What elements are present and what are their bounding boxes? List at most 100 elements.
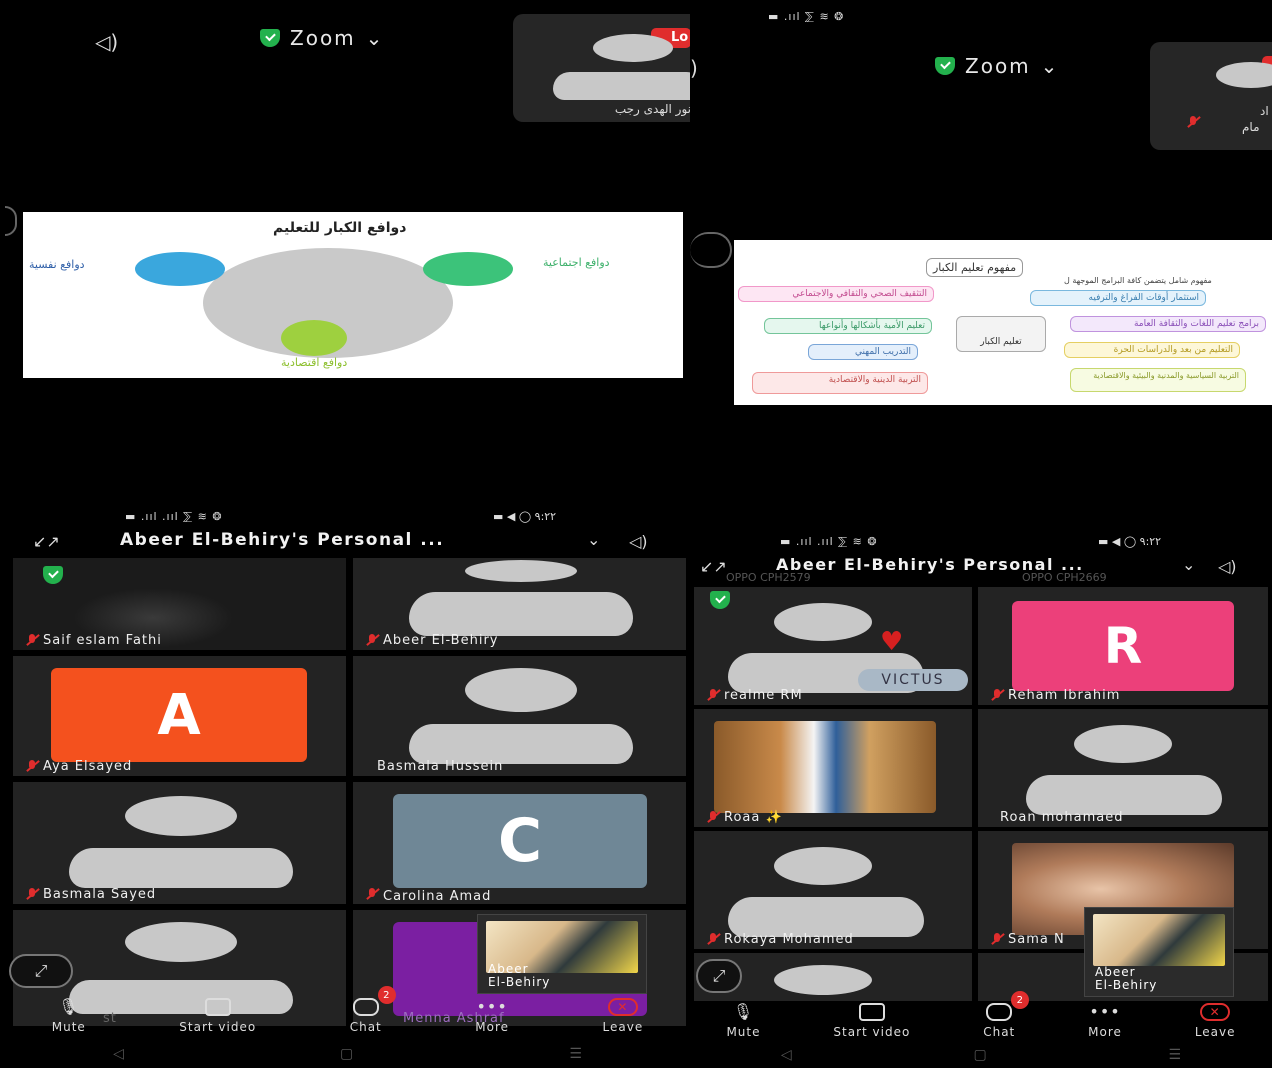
video-tile[interactable]: Abeer El-Behiry bbox=[353, 558, 686, 650]
chat-icon bbox=[986, 1003, 1013, 1021]
node-left-4: التربية الدينية والاقتصادية bbox=[752, 372, 928, 394]
chat-button[interactable]: 2 Chat bbox=[983, 991, 1030, 1039]
participant-name: اد bbox=[1260, 104, 1269, 118]
meeting-toolbar: 🎙 Mute Start video 2 Chat ••• More ✕ Leave bbox=[690, 991, 1272, 1039]
video-tile[interactable]: Roan mohamaed bbox=[978, 709, 1268, 827]
speaker-icon[interactable]: ◁) bbox=[629, 532, 648, 551]
speaker-icon[interactable]: ) bbox=[690, 56, 698, 80]
mic-off-icon bbox=[25, 634, 39, 646]
meeting-title[interactable]: Abeer El-Behiry's Personal ... bbox=[120, 530, 444, 550]
android-navbar: ◁ ▢ ☰ bbox=[5, 1040, 690, 1068]
participant-name: Reham Ibrahim bbox=[1008, 688, 1121, 703]
android-navbar: ◁ ▢ ☰ bbox=[690, 1043, 1272, 1067]
shared-slide: مفهوم تعليم الكبار مفهوم شامل يتضمن كافة… bbox=[734, 240, 1272, 405]
node-left-2: تعليم الأمية بأشكالها وأنواعها bbox=[764, 318, 932, 334]
self-view[interactable]: Abeer El-Behiry bbox=[1084, 907, 1234, 997]
shield-icon bbox=[260, 29, 280, 47]
zoom-title[interactable]: Zoom ⌄ bbox=[260, 26, 384, 50]
mute-button[interactable]: 🎙 Mute bbox=[52, 997, 86, 1034]
more-button[interactable]: ••• More bbox=[1088, 1002, 1122, 1039]
leave-button[interactable]: ✕ Leave bbox=[603, 998, 644, 1034]
minimize-icon[interactable]: ↙↗ bbox=[33, 532, 60, 551]
avatar-placeholder bbox=[593, 34, 673, 62]
screenshot-top-right: ▬ .ııl ⅀ ≋ ❂ ) Zoom ⌄ اد مام مفهوم تعليم… bbox=[690, 0, 1272, 535]
start-video-button[interactable]: Start video bbox=[833, 1003, 910, 1039]
chevron-down-icon[interactable]: ⌄ bbox=[1182, 555, 1195, 574]
slide-label-left: دوافع نفسية bbox=[29, 258, 85, 271]
video-tile[interactable]: R Reham Ibrahim bbox=[978, 587, 1268, 705]
leave-icon: ✕ bbox=[607, 998, 638, 1016]
node-left-1: التثقيف الصحي والثقافي والاجتماعي bbox=[738, 286, 934, 302]
chevron-down-icon: ⌄ bbox=[1040, 54, 1060, 78]
mic-off-icon bbox=[365, 888, 379, 900]
share-handle[interactable] bbox=[690, 232, 732, 268]
participant-name: Abeer El-Behiry bbox=[383, 633, 499, 648]
mic-off-icon bbox=[990, 933, 1004, 945]
avatar-placeholder bbox=[774, 847, 872, 885]
video-tile[interactable]: ♥ VICTUS realme RM bbox=[694, 587, 972, 705]
slide-subtitle: مفهوم شامل يتضمن كافة البرامج الموجهة ل bbox=[1064, 276, 1212, 285]
mic-off-icon bbox=[1186, 116, 1200, 128]
switch-camera-button[interactable]: ⤢ bbox=[696, 959, 742, 993]
start-video-button[interactable]: Start video bbox=[179, 998, 256, 1034]
chevron-down-icon[interactable]: ⌄ bbox=[587, 530, 600, 549]
participant-name: Roaa ✨ bbox=[724, 810, 783, 825]
share-handle[interactable] bbox=[5, 206, 17, 236]
video-tile[interactable]: Roaa ✨ bbox=[694, 709, 972, 827]
chevron-down-icon: ⌄ bbox=[365, 26, 385, 50]
shield-icon bbox=[43, 566, 63, 584]
chat-icon bbox=[352, 998, 379, 1016]
video-tile[interactable]: A Aya Elsayed bbox=[13, 656, 346, 776]
video-tile[interactable]: Basmala Sayed bbox=[13, 782, 346, 904]
screenshot-bottom-left: ▬ .ııl .ııl ⅀ ≋ ❂ ▬ ◀ ◯ ٩:٢٢ ↙↗ Abeer El… bbox=[5, 510, 690, 1068]
avatar-placeholder-body bbox=[69, 848, 293, 888]
active-speaker-thumb[interactable]: Lo نور الهدى رجب bbox=[513, 14, 690, 122]
switch-camera-button[interactable]: ⤢ bbox=[9, 954, 73, 988]
mute-button[interactable]: 🎙 Mute bbox=[726, 1002, 760, 1039]
speaker-icon[interactable]: ◁) bbox=[1218, 557, 1237, 576]
recents-icon[interactable]: ☰ bbox=[1169, 1047, 1182, 1063]
zoom-title[interactable]: Zoom ⌄ bbox=[935, 54, 1059, 78]
back-icon[interactable]: ◁ bbox=[113, 1046, 124, 1062]
video-tile[interactable]: Rokaya Mohamed bbox=[694, 831, 972, 949]
chat-badge: 2 bbox=[1011, 991, 1030, 1009]
participant-name: Rokaya Mohamed bbox=[724, 932, 854, 947]
status-bar-left: ▬ .ııl .ııl ⅀ ≋ ❂ bbox=[125, 510, 223, 523]
video-tile[interactable]: Saif eslam Fathi bbox=[13, 558, 346, 650]
avatar-letter: A bbox=[51, 668, 307, 762]
mic-off-icon bbox=[706, 933, 720, 945]
avatar-placeholder-body bbox=[409, 592, 633, 636]
leave-icon: ✕ bbox=[1200, 1003, 1231, 1021]
node-right-2: برامج تعليم اللغات والثقافة العامة bbox=[1070, 316, 1266, 332]
home-icon[interactable]: ▢ bbox=[340, 1046, 353, 1062]
home-icon[interactable]: ▢ bbox=[973, 1047, 986, 1063]
video-tile[interactable]: Basmala Hussein bbox=[353, 656, 686, 776]
more-button[interactable]: ••• More bbox=[475, 997, 509, 1034]
leave-button[interactable]: ✕ Leave bbox=[1195, 1003, 1236, 1039]
back-icon[interactable]: ◁ bbox=[781, 1047, 792, 1063]
minimize-icon[interactable]: ↙↗ bbox=[700, 557, 727, 576]
meeting-toolbar: 🎙 Mute Start video 2 Chat ••• More ✕ Leave bbox=[5, 986, 690, 1034]
speaker-icon[interactable]: ◁) bbox=[95, 30, 118, 54]
participant-name: Roan mohamaed bbox=[1000, 810, 1124, 825]
video-tile[interactable]: C Carolina Amad bbox=[353, 782, 686, 904]
mic-off-icon bbox=[25, 760, 39, 772]
chat-button[interactable]: 2 Chat bbox=[350, 986, 396, 1034]
avatar-placeholder bbox=[465, 560, 577, 582]
avatar-placeholder-body bbox=[728, 897, 924, 937]
more-icon: ••• bbox=[476, 997, 508, 1016]
node-left-3: التدريب المهني bbox=[808, 344, 918, 360]
self-view[interactable]: Abeer El-Behiry bbox=[477, 914, 647, 994]
self-view-name: Abeer El-Behiry bbox=[488, 962, 551, 989]
slide-label-bottom: دوافع اقتصادية bbox=[281, 356, 348, 369]
recents-icon[interactable]: ☰ bbox=[569, 1046, 582, 1062]
economic-icon bbox=[281, 320, 347, 356]
participant-name: Aya Elsayed bbox=[43, 759, 133, 774]
mic-off-icon bbox=[25, 888, 39, 900]
avatar-placeholder bbox=[465, 668, 577, 712]
avatar-placeholder-body bbox=[409, 724, 633, 764]
participant-name: Saif eslam Fathi bbox=[43, 633, 162, 648]
avatar-placeholder bbox=[774, 603, 872, 641]
avatar-placeholder bbox=[125, 796, 237, 836]
active-speaker-thumb[interactable]: اد مام bbox=[1150, 42, 1272, 150]
